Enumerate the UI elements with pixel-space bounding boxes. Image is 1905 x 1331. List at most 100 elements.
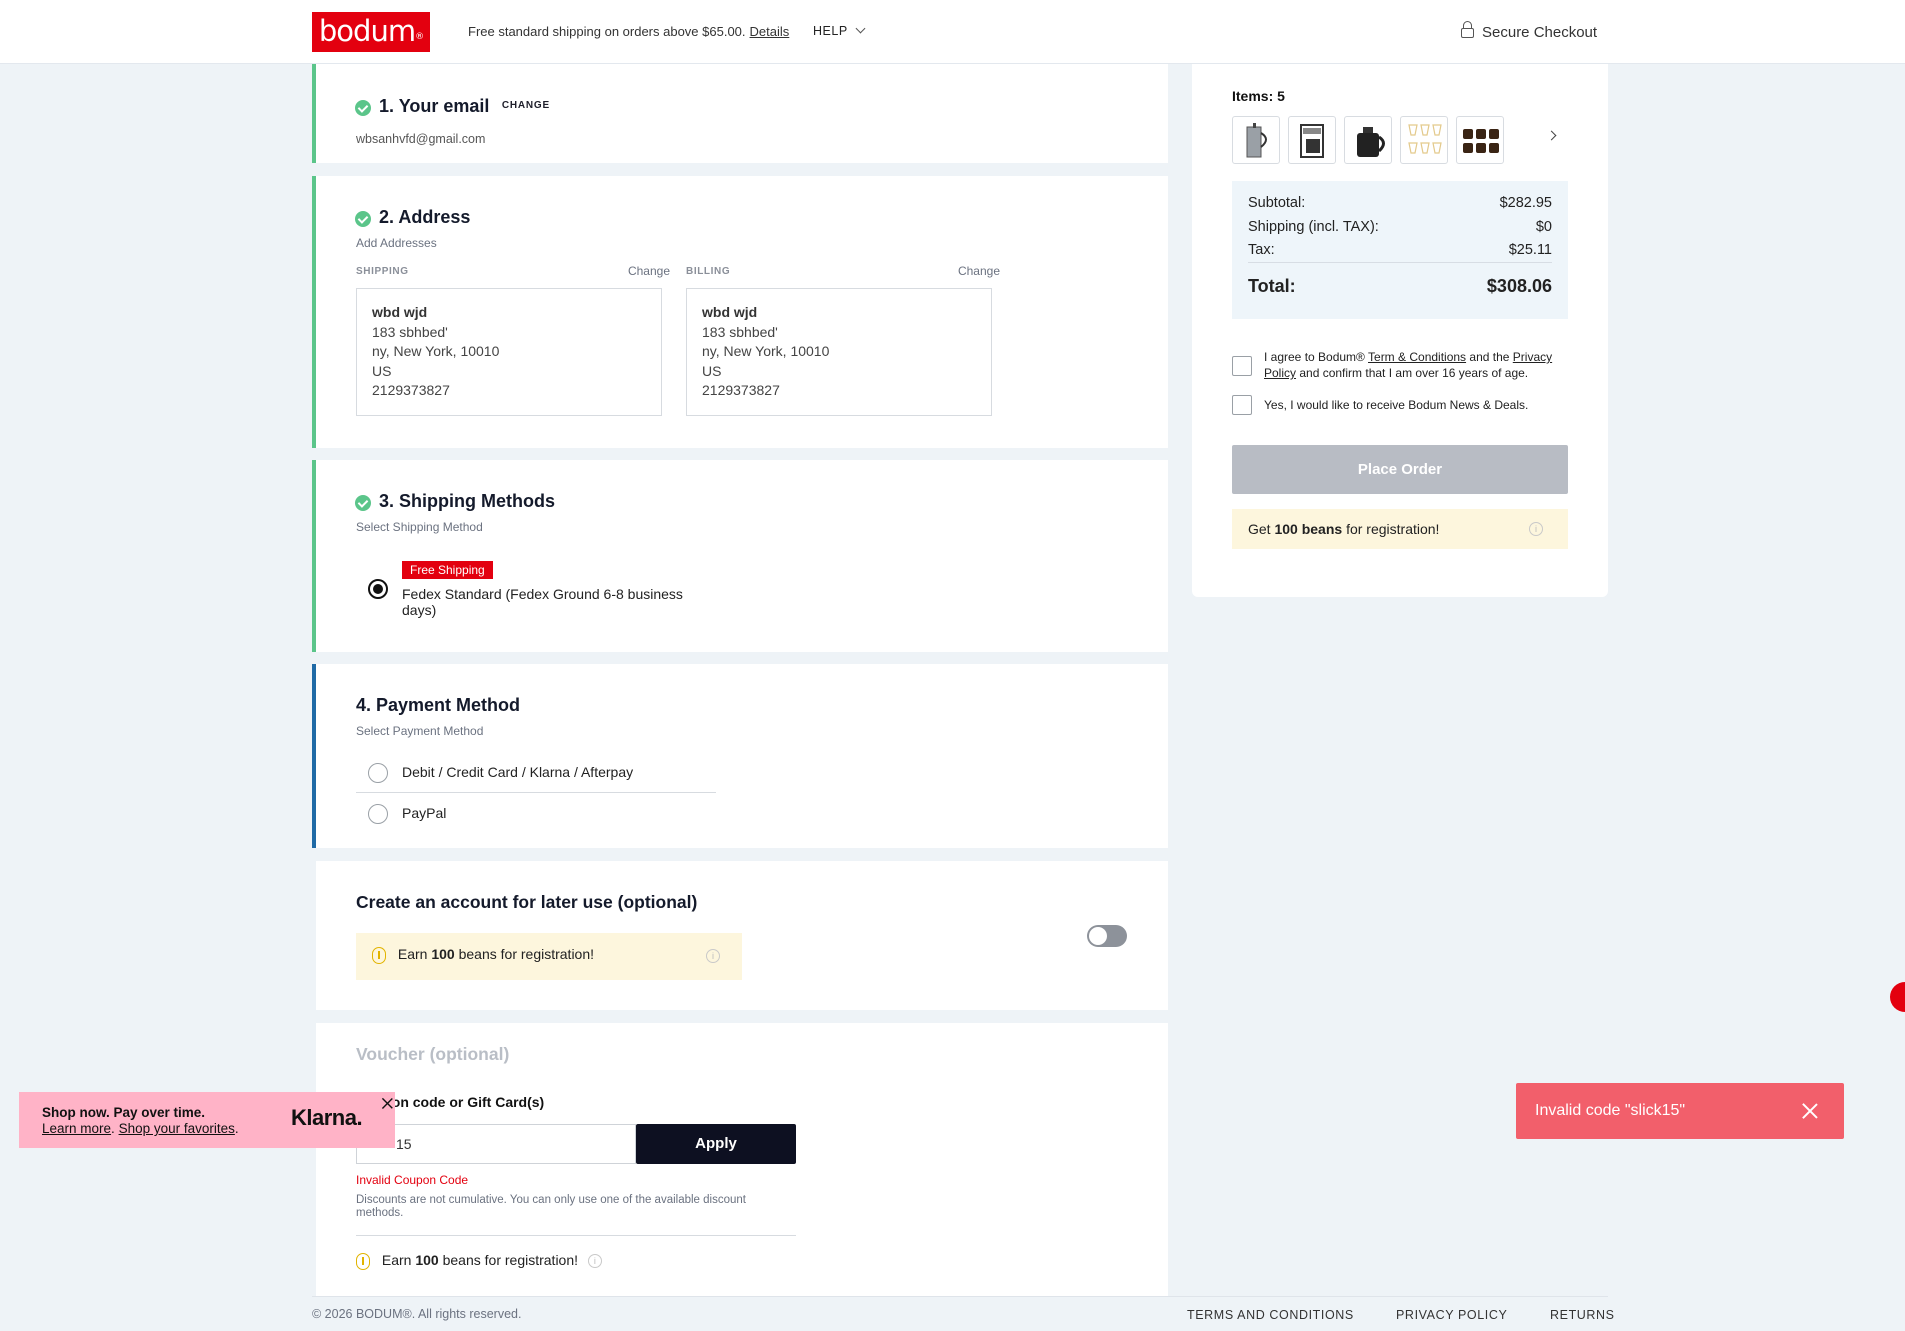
close-icon[interactable] [1802, 1103, 1818, 1119]
fedex-standard-label[interactable]: Fedex Standard (Fedex Ground 6-8 busines… [402, 586, 683, 618]
beans-post: beans for registration! [458, 946, 595, 962]
klarna-learn-more-link[interactable]: Learn more [42, 1121, 111, 1136]
footer-divider [312, 1296, 1608, 1297]
privacy-link-continued[interactable]: Policy [1264, 366, 1296, 380]
info-icon[interactable]: i [1529, 522, 1543, 536]
discount-note: Discounts are not cumulative. You can on… [356, 1194, 746, 1219]
newsletter-label: Yes, I would like to receive Bodum News … [1264, 398, 1529, 412]
billing-phone: 2129373827 [702, 382, 780, 398]
shipping-name: wbd wjd [372, 304, 428, 320]
beans-num: 100 [431, 946, 455, 962]
klarna-popup: Shop now. Pay over time. Learn more. Sho… [19, 1092, 395, 1148]
billing-line1: 183 sbhbed' [702, 323, 778, 340]
help-menu[interactable]: HELP [813, 23, 866, 38]
product-thumbnail[interactable] [1232, 116, 1280, 164]
shipping-method-title: 3. Shipping Methods [379, 491, 555, 511]
email-title: 1. Your email [379, 96, 490, 116]
totals-box: Subtotal: $282.95 Shipping (incl. TAX): $0… [1232, 181, 1568, 319]
billing-address-card[interactable]: wbd wjd 183 sbhbed' ny, New York, 10010 … [686, 288, 992, 416]
billing-name: wbd wjd [702, 304, 758, 320]
bodum-logo[interactable]: bodum® [312, 12, 430, 52]
secure-checkout: Secure Checkout [1461, 21, 1598, 41]
beans-post: for registration! [1346, 521, 1440, 537]
klarna-links: Learn more. Shop your favorites. [42, 1121, 239, 1136]
payment-method-title: 4. Payment Method [356, 695, 521, 715]
help-label: HELP [813, 24, 848, 38]
voucher-divider [356, 1235, 796, 1236]
info-icon[interactable]: i [587, 1254, 602, 1269]
total-label: Total: [1248, 275, 1296, 296]
total-row: Total: $308.06 [1248, 263, 1552, 309]
product-thumbnail[interactable] [1288, 116, 1336, 164]
secure-checkout-label: Secure Checkout [1482, 24, 1598, 41]
address-header: 2. Address [355, 207, 470, 228]
email-section: 1. Your email CHANGE wbsanhvfd@gmail.com [312, 64, 1168, 163]
footer-privacy-link[interactable]: PRIVACY POLICY [1396, 1308, 1507, 1322]
create-account-toggle[interactable] [1087, 925, 1127, 947]
agree-pre: I agree to Bodum® [1264, 350, 1369, 364]
billing-country: US [702, 362, 722, 379]
french-press-icon [1246, 123, 1267, 158]
method-line2: days) [402, 602, 437, 618]
beans-pre: Earn [381, 1252, 412, 1268]
voucher-beans-note: Earn 100 beans for registration! i [356, 1252, 602, 1270]
tax-label: Tax: [1248, 241, 1275, 258]
check-icon [355, 494, 371, 511]
email-change-link[interactable]: CHANGE [502, 100, 550, 111]
paypal-radio[interactable] [368, 804, 388, 824]
apply-button[interactable]: Apply [636, 1124, 796, 1164]
klarna-shop-link[interactable]: Shop your favorites [119, 1121, 235, 1136]
shipping-method-section: 3. Shipping Methods Select Shipping Meth… [312, 460, 1168, 652]
terms-checkbox[interactable] [1232, 356, 1252, 376]
details-link[interactable]: Details [750, 24, 790, 39]
tax-value: $25.11 [1508, 241, 1552, 258]
footer-returns-link[interactable]: RETURNS [1550, 1308, 1615, 1322]
toast-message: Invalid code "slick15" [1535, 1102, 1686, 1119]
glass-set-icon [1408, 124, 1442, 154]
shipping-cost-label: Shipping (incl. TAX): [1248, 219, 1379, 235]
coupon-input-value: 15 [396, 1136, 412, 1152]
billing-change-link[interactable]: Change [950, 264, 1000, 278]
shipping-address-card[interactable]: wbd wjd 183 sbhbed' ny, New York, 10010 … [356, 288, 662, 416]
shipping-method-subtitle: Select Shipping Method [356, 520, 483, 534]
shipping-line1: 183 sbhbed' [372, 323, 448, 340]
logo-text: bodum [318, 14, 416, 48]
agree-mid: and the [1466, 350, 1513, 364]
privacy-link[interactable]: Privacy [1513, 350, 1552, 364]
shipping-row: Shipping (incl. TAX): $0 [1248, 215, 1552, 239]
newsletter-checkbox[interactable] [1232, 395, 1252, 415]
card-payment-radio[interactable] [368, 763, 388, 783]
card-payment-label[interactable]: Debit / Credit Card / Klarna / Afterpay [402, 764, 633, 780]
free-shipping-badge: Free Shipping [402, 561, 493, 579]
tax-row: Tax: $25.11 [1248, 239, 1552, 263]
coffee-maker-icon [1300, 124, 1324, 158]
payment-method-subtitle: Select Payment Method [356, 724, 484, 738]
info-icon[interactable]: i [706, 949, 720, 963]
product-thumbnail[interactable] [1400, 116, 1448, 164]
place-order-button[interactable]: Place Order [1232, 445, 1568, 494]
fedex-standard-radio[interactable] [368, 579, 388, 599]
terms-link[interactable]: Term & Conditions [1368, 350, 1466, 364]
klarna-headline: Shop now. Pay over time. [42, 1105, 206, 1120]
shipping-phone: 2129373827 [372, 382, 450, 398]
footer-terms-link[interactable]: TERMS AND CONDITIONS [1187, 1308, 1354, 1322]
beans-num: 100 [415, 1252, 439, 1268]
coupon-input[interactable]: 15 [356, 1124, 636, 1164]
terms-text: I agree to Bodum® Term & Conditions and … [1264, 349, 1576, 381]
shipping-label: SHIPPING [356, 266, 409, 277]
shipping-change-link[interactable]: Change [620, 264, 670, 278]
product-thumbnail[interactable] [1456, 116, 1504, 164]
lock-icon [1461, 21, 1474, 38]
feedback-tab[interactable] [1890, 982, 1905, 1012]
payment-divider [356, 792, 716, 793]
product-thumbnail[interactable] [1344, 116, 1392, 164]
klarna-logo: Klarna. [291, 1105, 363, 1130]
black-kettle-icon [1357, 127, 1385, 157]
create-account-section: Create an account for later use (optiona… [316, 861, 1168, 1010]
paypal-label[interactable]: PayPal [402, 805, 446, 821]
coupon-error: Invalid Coupon Code [356, 1173, 469, 1187]
subtotal-value: $282.95 [1499, 195, 1552, 211]
chevron-down-icon [855, 23, 866, 34]
close-icon[interactable] [382, 1098, 390, 1106]
agree-post: and confirm that I am over 16 years of a… [1296, 366, 1529, 380]
